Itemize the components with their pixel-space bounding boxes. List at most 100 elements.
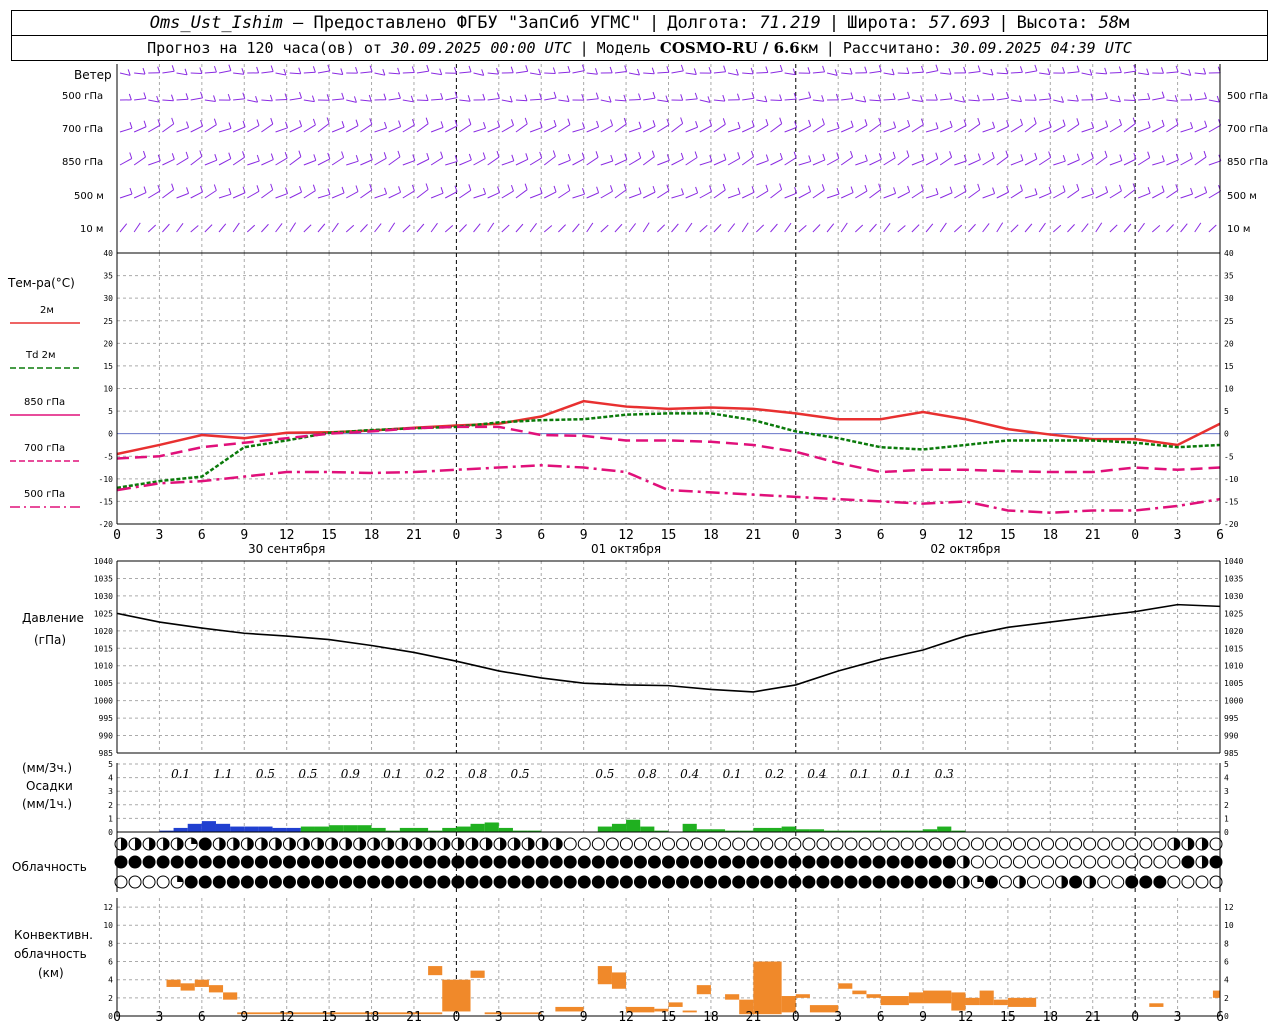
wind-barb [1166, 159, 1179, 166]
wind-barb [671, 70, 684, 74]
wind-barb [431, 98, 443, 101]
wind-barb [1067, 159, 1080, 166]
conv-bar [597, 966, 612, 985]
wind-barb [1067, 99, 1079, 102]
wind-barb [869, 223, 877, 233]
wind-barb [346, 125, 359, 133]
conv-xtick: 9 [580, 1010, 588, 1024]
meteogram: Ветер 500 гПа 700 гПа 850 гПа 500 м 10 м… [7, 64, 1268, 1024]
cloud-symbol [802, 855, 816, 869]
wind-barb-flag [228, 64, 232, 71]
wind-barb [628, 127, 642, 133]
wind-barb-flag [312, 184, 316, 191]
wind-barb [515, 123, 528, 133]
wind-barb-flag [821, 118, 825, 125]
wind-barb [996, 191, 1009, 199]
wind-barb [784, 192, 797, 199]
wind-barb [1010, 124, 1023, 133]
wind-barb [572, 223, 580, 233]
wind-barb [996, 125, 1009, 133]
date-label: 02 октября [930, 542, 1000, 556]
wind-barb-flag [227, 93, 231, 101]
temp-ytick-right: 5 [1224, 407, 1229, 416]
precip-total: 0.1 [171, 767, 190, 781]
wind-barb [982, 193, 995, 199]
wind-barb [232, 222, 240, 233]
wind-barb [954, 99, 965, 103]
wind-barb-flag [511, 154, 515, 161]
wind-barb [940, 72, 952, 75]
cloud-symbol [676, 837, 690, 851]
pres-ytick-left: 1005 [94, 679, 113, 688]
conv-ytick-right: 12 [1224, 903, 1234, 912]
wind-barb-flag [256, 185, 260, 192]
precip-bar [611, 823, 627, 832]
temp-xtick: 21 [746, 528, 762, 543]
wind-barb [148, 124, 161, 133]
wind-barb [897, 191, 910, 199]
cloud-half [1019, 876, 1026, 888]
wind-barb-flag [1147, 151, 1151, 158]
prec-ytick-right: 4 [1224, 774, 1229, 783]
cloud-symbol [226, 875, 240, 889]
cloud-symbol [423, 855, 437, 869]
wind-barb-flag [299, 120, 303, 127]
wind-barb-flag [157, 66, 161, 73]
cloud-symbol [311, 855, 325, 869]
wind-barb [459, 159, 472, 166]
cloud-symbol [830, 875, 844, 889]
wind-barb-flag [1190, 187, 1194, 195]
wind-barb [402, 99, 414, 103]
cloud-symbol [268, 875, 282, 889]
wind-barb-flag [256, 66, 260, 74]
precip-bar [230, 826, 245, 832]
wind-barb [416, 70, 429, 74]
conv-bar [866, 994, 881, 998]
cloud-symbol [886, 875, 900, 889]
wind-barb-flag [440, 92, 444, 100]
wind-barb [699, 191, 712, 199]
wind-barb [996, 72, 1008, 75]
wind-barb [176, 72, 188, 76]
wind-barb-flag [1105, 120, 1109, 127]
wind-barb [671, 123, 683, 133]
wind-barb [883, 127, 896, 133]
wind-barb [360, 71, 373, 74]
wind-barb-flag [863, 95, 867, 103]
wind-barb [1166, 189, 1179, 199]
wind-barb [713, 189, 726, 199]
cloud-symbol [605, 855, 619, 869]
wind-barb-flag [311, 95, 315, 102]
wind-barb [303, 124, 316, 133]
cloud-symbol [788, 855, 802, 869]
temp-ytick-right: -10 [1224, 475, 1239, 484]
wind-barb [657, 224, 666, 233]
wind-barb [275, 193, 288, 199]
cloud-symbol [1153, 855, 1167, 869]
cloud-symbol [984, 855, 998, 869]
wind-barb [473, 158, 486, 166]
cloud-symbol [662, 855, 675, 869]
conv-bar [965, 997, 980, 1006]
wind-barb [1208, 190, 1221, 199]
cloud-symbol [970, 837, 984, 851]
cloud-symbol [409, 855, 423, 869]
wind-barb-flag [1190, 122, 1194, 129]
wind-barb [770, 123, 782, 133]
wind-barb [261, 189, 273, 199]
wind-barb [544, 191, 557, 199]
conv-bar [208, 985, 224, 993]
wind-barb-flag [680, 117, 684, 124]
wind-barb [487, 156, 500, 166]
wind-barb [1095, 222, 1103, 233]
wind-barb [346, 160, 359, 166]
wind-barb [855, 124, 868, 133]
cloud-symbol [577, 875, 591, 889]
cloud-symbol [746, 837, 760, 851]
pres-ytick-left: 1035 [94, 574, 113, 583]
pres-ytick-right: 985 [1224, 749, 1239, 758]
wind-barb-flag [228, 152, 232, 159]
cloud-symbol [746, 855, 760, 869]
wind-barb-flag [566, 95, 570, 102]
cloud-title: Облачность [12, 860, 87, 874]
